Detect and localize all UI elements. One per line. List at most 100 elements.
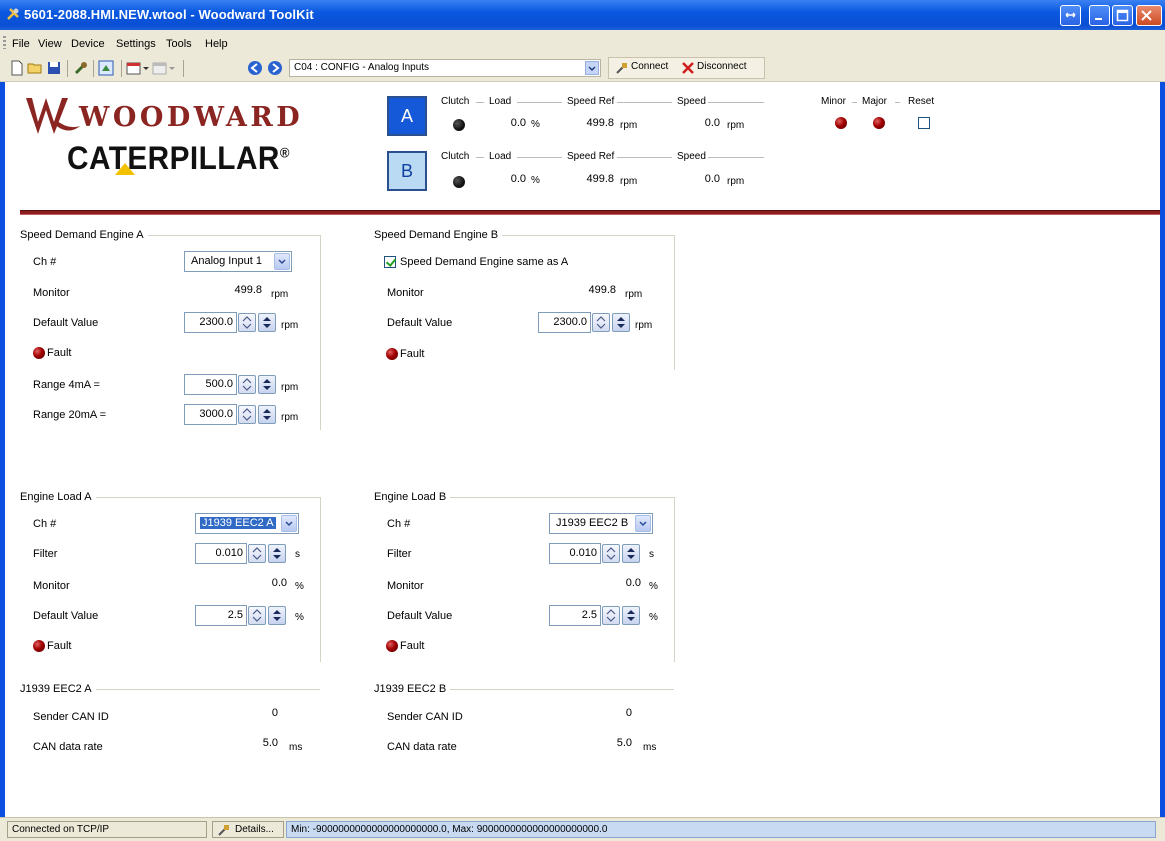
clutch-b-led <box>453 176 465 188</box>
menu-file[interactable]: File <box>12 38 30 50</box>
filter-label: Filter <box>387 548 412 560</box>
details-button[interactable]: Details... <box>212 821 284 838</box>
properties-icon[interactable] <box>73 60 89 76</box>
speed-demand-a-default-input[interactable]: 2300.0 <box>184 312 237 333</box>
filter-label: Filter <box>33 548 58 560</box>
spin-up-down-icon[interactable] <box>258 313 276 332</box>
spin-up-down-icon[interactable] <box>622 544 640 563</box>
header-line <box>895 102 900 103</box>
engine-b-button[interactable]: B <box>387 151 427 191</box>
range-4ma-input[interactable]: 500.0 <box>184 374 237 395</box>
default-value-label: Default Value <box>387 317 453 329</box>
spin-up-down-icon[interactable] <box>592 313 610 332</box>
restore-toolbar-icon[interactable] <box>1060 5 1081 26</box>
spin-up-down-icon[interactable] <box>602 544 620 563</box>
same-as-a-checkbox[interactable] <box>384 256 396 268</box>
maximize-icon[interactable] <box>1112 5 1133 26</box>
speed-ref-a-unit: rpm <box>620 120 638 131</box>
header-line <box>708 102 764 103</box>
menu-device[interactable]: Device <box>71 38 105 50</box>
clutch-a-led <box>453 119 465 131</box>
ms-unit: ms <box>643 742 657 753</box>
percent-unit: % <box>649 581 658 592</box>
page-view-icon[interactable] <box>98 60 114 76</box>
header-line <box>517 157 562 158</box>
speed-b-value: 0.0 <box>704 173 720 185</box>
back-arrow-icon[interactable] <box>247 60 263 76</box>
speed-ref-b-value: 499.8 <box>586 173 614 185</box>
open-folder-icon[interactable] <box>27 60 43 76</box>
ch-label: Ch # <box>33 256 57 268</box>
engine-load-b-default-input[interactable]: 2.5 <box>549 605 601 626</box>
speed-demand-b-default-spinner[interactable] <box>592 312 632 333</box>
connect-button[interactable]: Connect <box>631 61 668 72</box>
speed-demand-a-channel-select[interactable]: Analog Input 1 <box>184 251 292 272</box>
menu-help[interactable]: Help <box>205 38 228 50</box>
engine-load-a-filter-spinner[interactable] <box>248 543 288 564</box>
speed-demand-b-default-input[interactable]: 2300.0 <box>538 312 591 333</box>
chevron-down-icon[interactable] <box>274 253 290 270</box>
engine-load-a-filter-input[interactable]: 0.010 <box>195 543 247 564</box>
monitor-label: Monitor <box>33 287 70 299</box>
spin-up-down-icon[interactable] <box>602 606 620 625</box>
forward-arrow-icon[interactable] <box>267 60 283 76</box>
chevron-down-icon[interactable] <box>142 60 150 76</box>
disconnect-button[interactable]: Disconnect <box>697 61 746 72</box>
engine-load-a-title: Engine Load A <box>20 491 96 503</box>
header-divider <box>20 210 1160 215</box>
spin-up-down-icon[interactable] <box>248 606 266 625</box>
engine-load-b-monitor-value: 0.0 <box>549 574 645 595</box>
chevron-down-icon[interactable] <box>585 61 599 75</box>
engine-load-a-default-input[interactable]: 2.5 <box>195 605 247 626</box>
spin-up-down-icon[interactable] <box>268 544 286 563</box>
rpm-unit: rpm <box>625 289 643 300</box>
menu-view[interactable]: View <box>38 38 62 50</box>
engine-a-button[interactable]: A <box>387 96 427 136</box>
chevron-down-icon[interactable] <box>635 515 651 532</box>
rpm-unit: rpm <box>271 289 289 300</box>
range-20ma-label: Range 20mA = <box>33 409 107 421</box>
spin-up-down-icon[interactable] <box>622 606 640 625</box>
chevron-down-icon <box>169 67 175 70</box>
engine-load-b-title: Engine Load B <box>374 491 451 503</box>
save-icon[interactable] <box>46 60 62 76</box>
page-select-value: C04 : CONFIG - Analog Inputs <box>294 62 430 73</box>
toolbar-separator <box>121 60 122 77</box>
group-border <box>674 497 675 662</box>
header-line <box>476 102 484 103</box>
range-20ma-input[interactable]: 3000.0 <box>184 404 237 425</box>
calendar-icon[interactable] <box>126 60 142 76</box>
same-as-a-label[interactable]: Speed Demand Engine same as A <box>400 256 568 268</box>
menu-settings[interactable]: Settings <box>116 38 156 50</box>
page-select[interactable]: C04 : CONFIG - Analog Inputs <box>289 59 601 77</box>
reset-checkbox[interactable] <box>918 117 930 129</box>
close-icon[interactable] <box>1136 5 1162 26</box>
engine-load-b-channel-select[interactable]: J1939 EEC2 B <box>549 513 653 534</box>
menu-tools[interactable]: Tools <box>166 38 192 50</box>
engine-load-b-filter-spinner[interactable] <box>602 543 642 564</box>
new-file-icon[interactable] <box>9 60 25 76</box>
ch-label: Ch # <box>387 518 411 530</box>
chevron-down-icon[interactable] <box>281 515 297 532</box>
spin-up-down-icon[interactable] <box>612 313 630 332</box>
spin-up-down-icon[interactable] <box>238 375 256 394</box>
spin-up-down-icon[interactable] <box>268 606 286 625</box>
eec2-a-can-data-rate-value: 5.0 <box>190 734 282 755</box>
load-a-value: 0.0 <box>510 117 526 129</box>
minor-alarm-led <box>835 117 847 129</box>
speed-label-b: Speed <box>677 151 706 162</box>
spin-up-down-icon[interactable] <box>238 405 256 424</box>
spin-up-down-icon[interactable] <box>248 544 266 563</box>
range-4ma-spinner[interactable] <box>238 374 278 395</box>
speed-demand-a-default-spinner[interactable] <box>238 312 278 333</box>
engine-load-b-default-spinner[interactable] <box>602 605 642 626</box>
group-border <box>320 235 321 430</box>
minimize-icon[interactable] <box>1089 5 1110 26</box>
spin-up-down-icon[interactable] <box>258 375 276 394</box>
spin-up-down-icon[interactable] <box>258 405 276 424</box>
engine-load-a-default-spinner[interactable] <box>248 605 288 626</box>
spin-up-down-icon[interactable] <box>238 313 256 332</box>
range-20ma-spinner[interactable] <box>238 404 278 425</box>
engine-load-a-channel-select[interactable]: J1939 EEC2 A <box>195 513 299 534</box>
engine-load-b-filter-input[interactable]: 0.010 <box>549 543 601 564</box>
